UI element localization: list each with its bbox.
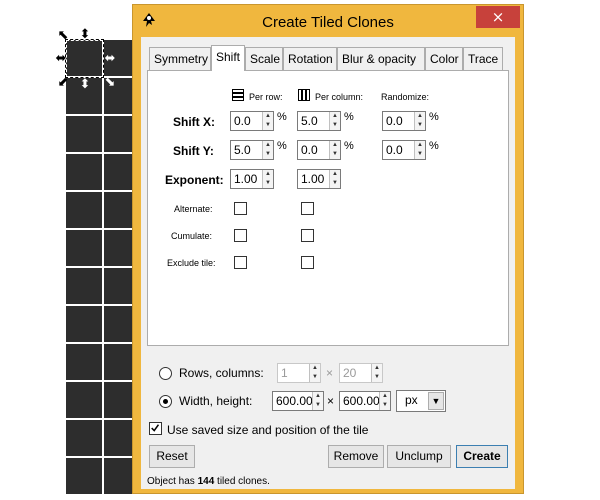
height-spinbox[interactable]: 600.00 ▲ ▼ xyxy=(339,391,391,411)
width-height-radio[interactable] xyxy=(159,395,172,408)
columns-spinbox[interactable]: 20 ▲ ▼ xyxy=(339,363,383,383)
clone-tile[interactable] xyxy=(66,458,102,494)
randomize-header: Randomize: xyxy=(381,92,430,102)
spin-arrows-icon[interactable]: ▲ ▼ xyxy=(371,364,382,382)
alternate-label: Alternate: xyxy=(174,204,213,214)
shift-y-randomize-spinbox[interactable]: 0.0 ▲ ▼ xyxy=(382,140,426,160)
resize-handle-nw-icon[interactable]: ⬉ xyxy=(56,29,70,43)
clone-count: 144 xyxy=(197,476,215,487)
shift-x-per-column-spinbox[interactable]: 5.0 ▲ ▼ xyxy=(297,111,341,131)
tab-trace[interactable]: Trace xyxy=(463,47,503,70)
shift-y-label: Shift Y: xyxy=(173,144,214,158)
resize-handle-n-icon[interactable]: ⬍ xyxy=(78,28,92,42)
spin-arrows-icon[interactable]: ▲ ▼ xyxy=(414,141,425,159)
tab-shift[interactable]: Shift xyxy=(211,45,245,71)
per-row-icon xyxy=(232,89,244,101)
percent-label: % xyxy=(277,111,287,123)
cumulate-label: Cumulate: xyxy=(171,231,213,241)
chevron-down-icon[interactable]: ▼ xyxy=(428,392,444,410)
remove-button[interactable]: Remove xyxy=(328,445,384,468)
resize-handle-se-icon[interactable]: ⬊ xyxy=(103,76,117,90)
exclude-tile-label: Exclude tile: xyxy=(167,258,216,268)
clone-tile[interactable] xyxy=(66,306,102,342)
clone-tile[interactable] xyxy=(66,420,102,456)
exponent-per-column-spinbox[interactable]: 1.00 ▲ ▼ xyxy=(297,169,341,189)
clone-tile[interactable] xyxy=(66,344,102,380)
selection-box xyxy=(65,39,104,78)
tab-color[interactable]: Color xyxy=(425,47,463,70)
clone-tile[interactable] xyxy=(66,382,102,418)
clone-tile[interactable] xyxy=(66,154,102,190)
percent-label: % xyxy=(429,140,439,152)
per-row-header: Per row: xyxy=(249,92,283,102)
tab-symmetry[interactable]: Symmetry xyxy=(149,47,211,70)
clone-tile[interactable] xyxy=(66,192,102,228)
percent-label: % xyxy=(429,111,439,123)
dialog-body: Symmetry Shift Scale Rotation Blur & opa… xyxy=(141,37,515,489)
clone-tile[interactable] xyxy=(66,230,102,266)
dialog-title: Create Tiled Clones xyxy=(262,14,394,31)
reset-button[interactable]: Reset xyxy=(149,445,195,468)
exponent-per-row-spinbox[interactable]: 1.00 ▲ ▼ xyxy=(230,169,274,189)
unclump-button[interactable]: Unclump xyxy=(387,445,451,468)
rows-spinbox[interactable]: 1 ▲ ▼ xyxy=(277,363,321,383)
times-label: × xyxy=(326,366,334,380)
tab-scale[interactable]: Scale xyxy=(245,47,283,70)
clone-tile[interactable] xyxy=(66,116,102,152)
spin-arrows-icon[interactable]: ▲ ▼ xyxy=(414,112,425,130)
unit-select[interactable]: px ▼ xyxy=(396,390,446,412)
rows-columns-radio[interactable] xyxy=(159,367,172,380)
cumulate-per-row-checkbox[interactable] xyxy=(234,229,247,242)
checkmark-icon xyxy=(151,424,160,432)
shift-x-randomize-spinbox[interactable]: 0.0 ▲ ▼ xyxy=(382,111,426,131)
resize-handle-e-icon[interactable]: ⬌ xyxy=(103,52,117,66)
exclude-tile-per-column-checkbox[interactable] xyxy=(301,256,314,269)
width-height-label: Width, height: xyxy=(179,394,253,408)
title-bar[interactable]: Create Tiled Clones × xyxy=(133,5,523,36)
resize-handle-s-icon[interactable]: ⬍ xyxy=(78,78,92,92)
resize-handle-sw-icon[interactable]: ⬋ xyxy=(56,76,70,90)
percent-label: % xyxy=(344,111,354,123)
percent-label: % xyxy=(344,140,354,152)
rows-columns-label: Rows, columns: xyxy=(179,366,264,380)
alternate-per-row-checkbox[interactable] xyxy=(234,202,247,215)
shift-x-per-row-spinbox[interactable]: 0.0 ▲ ▼ xyxy=(230,111,274,131)
cumulate-per-column-checkbox[interactable] xyxy=(301,229,314,242)
width-spinbox[interactable]: 600.00 ▲ ▼ xyxy=(272,391,324,411)
per-column-icon xyxy=(298,89,310,101)
spin-arrows-icon[interactable]: ▲ ▼ xyxy=(329,170,340,188)
use-saved-checkbox[interactable] xyxy=(149,422,162,435)
spin-arrows-icon[interactable]: ▲ ▼ xyxy=(312,392,323,410)
shift-y-per-row-spinbox[interactable]: 5.0 ▲ ▼ xyxy=(230,140,274,160)
alternate-per-column-checkbox[interactable] xyxy=(301,202,314,215)
times-label: × xyxy=(327,394,335,408)
spin-arrows-icon[interactable]: ▲ ▼ xyxy=(262,141,273,159)
tab-blur-opacity[interactable]: Blur & opacity xyxy=(337,47,425,70)
resize-handle-w-icon[interactable]: ⬌ xyxy=(54,52,68,66)
close-icon: × xyxy=(491,8,505,26)
exponent-label: Exponent: xyxy=(165,173,224,187)
use-saved-label: Use saved size and position of the tile xyxy=(167,423,369,437)
clone-tile[interactable] xyxy=(66,268,102,304)
per-column-header: Per column: xyxy=(315,92,364,102)
exclude-tile-per-row-checkbox[interactable] xyxy=(234,256,247,269)
percent-label: % xyxy=(277,140,287,152)
spin-arrows-icon[interactable]: ▲ ▼ xyxy=(329,112,340,130)
tiled-clones-dialog: Create Tiled Clones × Symmetry Shift Sca… xyxy=(132,4,524,494)
shift-y-per-column-spinbox[interactable]: 0.0 ▲ ▼ xyxy=(297,140,341,160)
close-button[interactable]: × xyxy=(476,6,520,28)
create-button[interactable]: Create xyxy=(456,445,508,468)
spin-arrows-icon[interactable]: ▲ ▼ xyxy=(379,392,390,410)
status-text: Object has 144 tiled clones. xyxy=(147,476,270,487)
shift-x-label: Shift X: xyxy=(173,115,215,129)
spin-arrows-icon[interactable]: ▲ ▼ xyxy=(262,170,273,188)
shift-panel: Per row: Per column: Randomize: Shift X:… xyxy=(147,70,509,346)
spin-arrows-icon[interactable]: ▲ ▼ xyxy=(329,141,340,159)
spin-arrows-icon[interactable]: ▲ ▼ xyxy=(309,364,320,382)
spin-arrows-icon[interactable]: ▲ ▼ xyxy=(262,112,273,130)
tab-rotation[interactable]: Rotation xyxy=(283,47,337,70)
